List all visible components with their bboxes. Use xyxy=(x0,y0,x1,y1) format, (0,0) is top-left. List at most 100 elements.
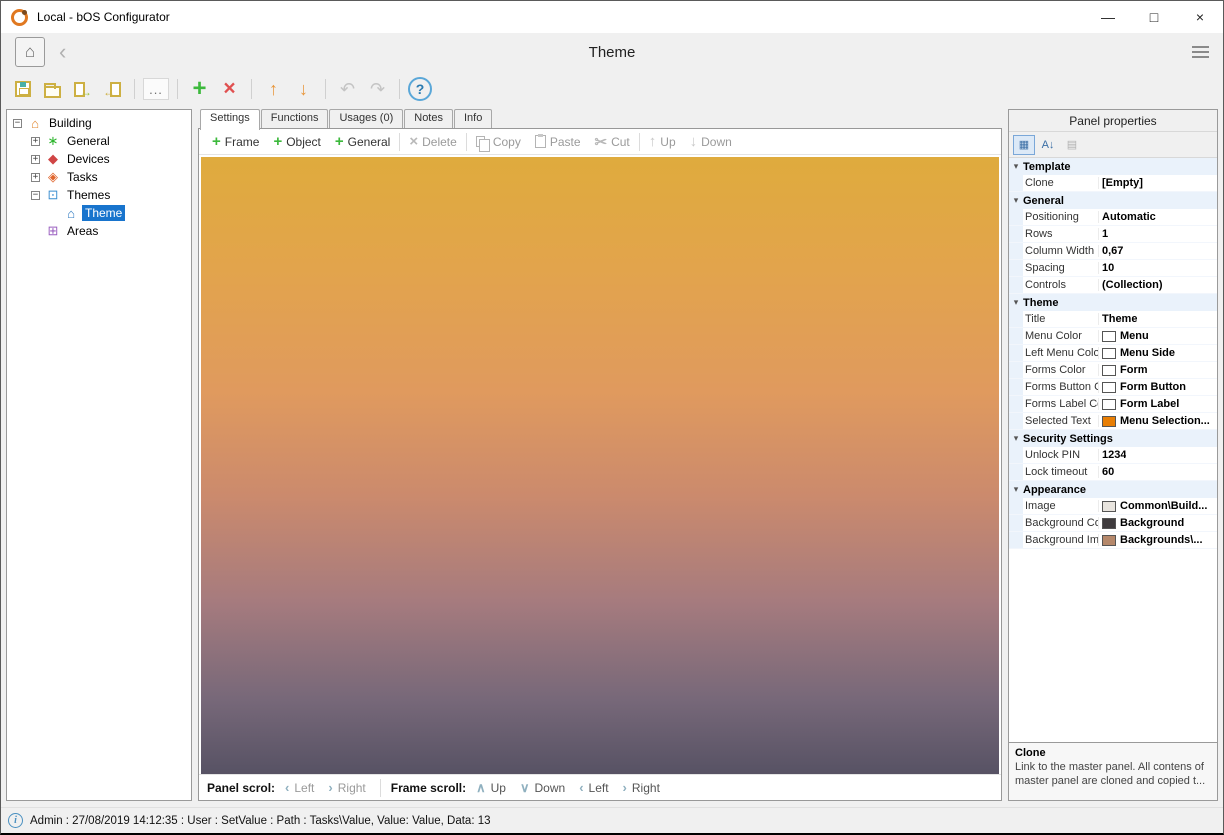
move-down-button[interactable]: ↓ xyxy=(290,76,317,103)
expand-icon[interactable]: + xyxy=(31,154,40,164)
property-value[interactable]: 60 xyxy=(1099,466,1217,478)
property-value[interactable]: Menu Selection... xyxy=(1099,415,1217,427)
property-category-appearance[interactable]: ▾ Appearance xyxy=(1009,481,1217,498)
property-row-forms-color[interactable]: Forms Color Form xyxy=(1009,362,1217,379)
add-button[interactable]: + xyxy=(186,75,213,103)
object-button[interactable]: + Object xyxy=(266,131,327,153)
property-value[interactable]: Form xyxy=(1099,364,1217,376)
property-row-positioning[interactable]: Positioning Automatic xyxy=(1009,209,1217,226)
tree-item-tasks[interactable]: + ◈ Tasks xyxy=(9,168,189,186)
property-row-lock-timeout[interactable]: Lock timeout 60 xyxy=(1009,464,1217,481)
property-value[interactable]: 10 xyxy=(1099,262,1217,274)
move-up-button[interactable]: ↑ xyxy=(260,76,287,103)
frame-scroll-up-button[interactable]: ∧ Up xyxy=(476,780,506,796)
property-value[interactable]: 1234 xyxy=(1099,449,1217,461)
help-button[interactable]: ? xyxy=(408,77,432,101)
more-button[interactable]: ... xyxy=(143,78,169,100)
frame-scroll-left-button[interactable]: ‹ Left xyxy=(579,780,608,795)
frame-scroll-down-button[interactable]: ∨ Down xyxy=(520,780,565,796)
property-value[interactable]: Background xyxy=(1099,517,1217,529)
home-button[interactable]: ⌂ xyxy=(15,37,45,67)
tab-info[interactable]: Info xyxy=(454,109,493,129)
up-button[interactable]: ↑ Up xyxy=(642,131,683,153)
export-button[interactable] xyxy=(69,76,96,103)
tree-item-areas[interactable]: ⊞ Areas xyxy=(9,222,189,240)
close-button[interactable]: × xyxy=(1177,1,1223,33)
minimize-button[interactable]: — xyxy=(1085,1,1131,33)
property-row-forms-label-color[interactable]: Forms Label Color Form Label xyxy=(1009,396,1217,413)
collapse-icon[interactable]: − xyxy=(13,118,22,128)
tree-item-building[interactable]: − ⌂ Building xyxy=(9,114,189,132)
property-row-column-width[interactable]: Column Width 0,67 xyxy=(1009,243,1217,260)
theme-canvas[interactable] xyxy=(201,157,999,774)
property-row-selected-text[interactable]: Selected Text Menu Selection... xyxy=(1009,413,1217,430)
paste-button[interactable]: Paste xyxy=(528,131,588,153)
property-value[interactable]: Menu Side xyxy=(1099,347,1217,359)
tab-settings[interactable]: Settings xyxy=(200,109,260,130)
collapse-icon[interactable]: ▾ xyxy=(1009,161,1023,172)
down-button[interactable]: ↓ Down xyxy=(683,131,739,153)
save-button[interactable] xyxy=(9,76,36,103)
property-row-spacing[interactable]: Spacing 10 xyxy=(1009,260,1217,277)
cut-button[interactable]: ✂ Cut xyxy=(588,131,637,153)
tab-usages-0[interactable]: Usages (0) xyxy=(329,109,404,129)
property-category-security-settings[interactable]: ▾ Security Settings xyxy=(1009,430,1217,447)
property-row-title[interactable]: Title Theme xyxy=(1009,311,1217,328)
import-button[interactable] xyxy=(99,76,126,103)
collapse-icon[interactable]: − xyxy=(31,190,40,200)
property-value[interactable]: Menu xyxy=(1099,330,1217,342)
property-value[interactable]: 1 xyxy=(1099,228,1217,240)
property-pages-button[interactable]: ▤ xyxy=(1061,135,1083,155)
tree-item-devices[interactable]: + ◆ Devices xyxy=(9,150,189,168)
property-value[interactable]: [Empty] xyxy=(1099,177,1217,189)
property-category-theme[interactable]: ▾ Theme xyxy=(1009,294,1217,311)
tree-item-theme[interactable]: ⌂ Theme xyxy=(9,204,189,222)
property-value[interactable]: (Collection) xyxy=(1099,279,1217,291)
back-button[interactable]: ‹ xyxy=(59,39,66,65)
property-category-template[interactable]: ▾ Template xyxy=(1009,158,1217,175)
panel-scroll-right-button[interactable]: › Right xyxy=(328,780,365,795)
delete-button[interactable]: × Delete xyxy=(402,131,463,153)
frame-scroll-right-button[interactable]: › Right xyxy=(623,780,660,795)
maximize-button[interactable]: □ xyxy=(1131,1,1177,33)
property-category-general[interactable]: ▾ General xyxy=(1009,192,1217,209)
collapse-icon[interactable]: ▾ xyxy=(1009,433,1023,444)
property-row-left-menu-color[interactable]: Left Menu Color Menu Side xyxy=(1009,345,1217,362)
open-button[interactable] xyxy=(39,76,66,103)
tab-notes[interactable]: Notes xyxy=(404,109,453,129)
property-row-forms-button-color[interactable]: Forms Button Color Form Button xyxy=(1009,379,1217,396)
property-row-background-imag[interactable]: Background Imag Backgrounds\... xyxy=(1009,532,1217,549)
property-row-clone[interactable]: Clone [Empty] xyxy=(1009,175,1217,192)
expand-icon[interactable]: + xyxy=(31,172,40,182)
property-row-menu-color[interactable]: Menu Color Menu xyxy=(1009,328,1217,345)
property-row-rows[interactable]: Rows 1 xyxy=(1009,226,1217,243)
property-row-controls[interactable]: Controls (Collection) xyxy=(1009,277,1217,294)
property-row-unlock-pin[interactable]: Unlock PIN 1234 xyxy=(1009,447,1217,464)
tree-item-general[interactable]: + ∗ General xyxy=(9,132,189,150)
undo-button[interactable]: ↶ xyxy=(334,76,361,103)
property-value[interactable]: Form Label xyxy=(1099,398,1217,410)
frame-button[interactable]: + Frame xyxy=(205,131,266,153)
redo-button[interactable]: ↷ xyxy=(364,76,391,103)
property-value[interactable]: 0,67 xyxy=(1099,245,1217,257)
expand-icon[interactable]: + xyxy=(31,136,40,146)
copy-button[interactable]: Copy xyxy=(469,131,528,153)
alphabetical-view-button[interactable]: A↓ xyxy=(1037,135,1059,155)
hamburger-menu-button[interactable] xyxy=(1192,46,1209,58)
property-value[interactable]: Theme xyxy=(1099,313,1217,325)
tab-functions[interactable]: Functions xyxy=(260,109,329,129)
panel-scroll-left-button[interactable]: ‹ Left xyxy=(285,780,314,795)
property-value[interactable]: Backgrounds\... xyxy=(1099,534,1217,546)
property-row-image[interactable]: Image Common\Build... xyxy=(1009,498,1217,515)
general-button[interactable]: + General xyxy=(328,131,397,153)
tree-item-themes[interactable]: − ⊡ Themes xyxy=(9,186,189,204)
collapse-icon[interactable]: ▾ xyxy=(1009,484,1023,495)
property-value[interactable]: Form Button xyxy=(1099,381,1217,393)
delete-button[interactable]: × xyxy=(216,76,243,103)
categorized-view-button[interactable]: ▦ xyxy=(1013,134,1035,155)
property-value[interactable]: Common\Build... xyxy=(1099,500,1217,512)
collapse-icon[interactable]: ▾ xyxy=(1009,297,1023,308)
property-value[interactable]: Automatic xyxy=(1099,211,1217,223)
property-row-background-color[interactable]: Background Color Background xyxy=(1009,515,1217,532)
collapse-icon[interactable]: ▾ xyxy=(1009,195,1023,206)
